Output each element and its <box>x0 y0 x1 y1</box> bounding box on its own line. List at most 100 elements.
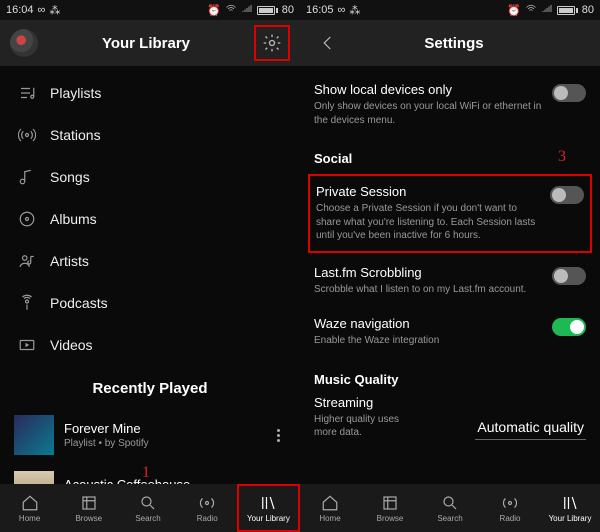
library-item-videos[interactable]: Videos <box>0 324 300 366</box>
battery-icon <box>557 6 578 15</box>
settings-header: Settings <box>300 20 600 66</box>
toggle-local-devices[interactable] <box>552 84 586 102</box>
nav-home[interactable]: Home <box>0 484 59 532</box>
nav-radio[interactable]: Radio <box>480 484 540 532</box>
nav-label: Search <box>135 514 160 523</box>
more-button[interactable] <box>270 429 286 442</box>
settings-button[interactable] <box>254 25 290 61</box>
played-item[interactable]: Forever Mine Playlist • by Spotify <box>0 407 300 463</box>
library-item-songs[interactable]: Songs <box>0 156 300 198</box>
setting-sub: Enable the Waze integration <box>314 334 542 348</box>
bottom-nav-right: Home Browse Search Radio Your Library <box>300 484 600 532</box>
setting-local-devices: Show local devices only Only show device… <box>300 72 600 137</box>
podcasts-icon <box>18 294 36 312</box>
status-icon-infinity: ∞ <box>338 4 346 16</box>
library-item-playlists[interactable]: Playlists <box>0 72 300 114</box>
status-time: 16:05 <box>306 4 334 16</box>
left-pane: 2 1 16:04 ∞ ⁂ ⏰ 80 Your Library <box>0 0 300 532</box>
radio-icon <box>198 494 216 512</box>
recently-played-title: Recently Played <box>0 366 300 407</box>
library-icon <box>561 494 579 512</box>
nav-label: Browse <box>75 514 102 523</box>
library-item-label: Albums <box>50 211 97 227</box>
album-art <box>14 415 54 455</box>
status-bar-right: 16:05 ∞ ⁂ ⏰ 80 <box>300 0 600 20</box>
toggle-private-session[interactable] <box>550 186 584 204</box>
wifi-icon <box>225 3 237 18</box>
library-item-stations[interactable]: Stations <box>0 114 300 156</box>
browse-icon <box>80 494 98 512</box>
library-item-label: Songs <box>50 169 90 185</box>
library-item-artists[interactable]: Artists <box>0 240 300 282</box>
status-bar-left: 16:04 ∞ ⁂ ⏰ 80 <box>0 0 300 20</box>
nav-browse[interactable]: Browse <box>59 484 118 532</box>
status-icon-clover: ⁂ <box>349 4 360 17</box>
setting-title: Last.fm Scrobbling <box>314 265 542 280</box>
wifi-icon <box>525 3 537 18</box>
setting-lastfm: Last.fm Scrobbling Scrobble what I liste… <box>300 255 600 307</box>
album-art <box>14 471 54 484</box>
nav-your-library[interactable]: Your Library <box>540 484 600 532</box>
home-icon <box>21 494 39 512</box>
setting-sub: Only show devices on your local WiFi or … <box>314 100 542 127</box>
nav-radio[interactable]: Radio <box>178 484 237 532</box>
streaming-quality-dropdown[interactable]: Automatic quality <box>475 417 586 440</box>
nav-your-library[interactable]: Your Library <box>237 484 300 532</box>
status-icon-clover: ⁂ <box>49 4 60 17</box>
back-button[interactable] <box>310 25 346 61</box>
setting-title: Waze navigation <box>314 316 542 331</box>
played-item[interactable]: Acoustic Coffeehouse Playlist • by Nettw… <box>0 463 300 484</box>
playlists-icon <box>18 84 36 102</box>
nav-label: Home <box>319 514 340 523</box>
alarm-icon: ⏰ <box>507 4 521 17</box>
setting-sub: Higher quality uses more data. <box>314 413 424 440</box>
section-music-quality: Music Quality <box>300 358 600 393</box>
bottom-nav-left: Home Browse Search Radio Your Library <box>0 484 300 532</box>
avatar[interactable] <box>10 29 38 57</box>
toggle-lastfm[interactable] <box>552 267 586 285</box>
library-item-label: Stations <box>50 127 101 143</box>
status-time: 16:04 <box>6 4 34 16</box>
library-item-podcasts[interactable]: Podcasts <box>0 282 300 324</box>
setting-private-session: Private Session Choose a Private Session… <box>308 174 592 253</box>
library-item-label: Artists <box>50 253 89 269</box>
nav-browse[interactable]: Browse <box>360 484 420 532</box>
nav-label: Your Library <box>247 514 290 523</box>
setting-sub: Choose a Private Session if you don't wa… <box>316 202 540 243</box>
library-item-label: Podcasts <box>50 295 108 311</box>
page-title: Your Library <box>38 35 254 52</box>
videos-icon <box>18 336 36 354</box>
search-icon <box>441 494 459 512</box>
battery-icon <box>257 6 278 15</box>
nav-label: Radio <box>500 514 521 523</box>
setting-title: Private Session <box>316 184 540 199</box>
nav-home[interactable]: Home <box>300 484 360 532</box>
played-sub: Playlist • by Spotify <box>64 438 260 449</box>
alarm-icon: ⏰ <box>207 4 221 17</box>
nav-label: Your Library <box>549 514 592 523</box>
artists-icon <box>18 252 36 270</box>
setting-title: Streaming <box>314 395 465 410</box>
toggle-waze[interactable] <box>552 318 586 336</box>
signal-icon <box>541 3 553 18</box>
library-header: Your Library <box>0 20 300 66</box>
page-title: Settings <box>346 35 562 52</box>
library-item-label: Videos <box>50 337 93 353</box>
setting-waze: Waze navigation Enable the Waze integrat… <box>300 306 600 358</box>
nav-search[interactable]: Search <box>118 484 177 532</box>
library-content: Playlists Stations Songs Albums Artists … <box>0 66 300 484</box>
search-icon <box>139 494 157 512</box>
library-item-albums[interactable]: Albums <box>0 198 300 240</box>
setting-title: Show local devices only <box>314 82 542 97</box>
nav-search[interactable]: Search <box>420 484 480 532</box>
chevron-left-icon <box>319 34 337 52</box>
gear-icon <box>262 33 282 53</box>
library-icon <box>259 494 277 512</box>
setting-sub: Scrobble what I listen to on my Last.fm … <box>314 283 542 297</box>
battery-level: 80 <box>282 4 294 16</box>
library-item-label: Playlists <box>50 85 101 101</box>
settings-content[interactable]: Show local devices only Only show device… <box>300 66 600 484</box>
played-name: Acoustic Coffeehouse <box>64 477 260 484</box>
nav-label: Radio <box>197 514 218 523</box>
section-social: Social <box>300 137 600 172</box>
